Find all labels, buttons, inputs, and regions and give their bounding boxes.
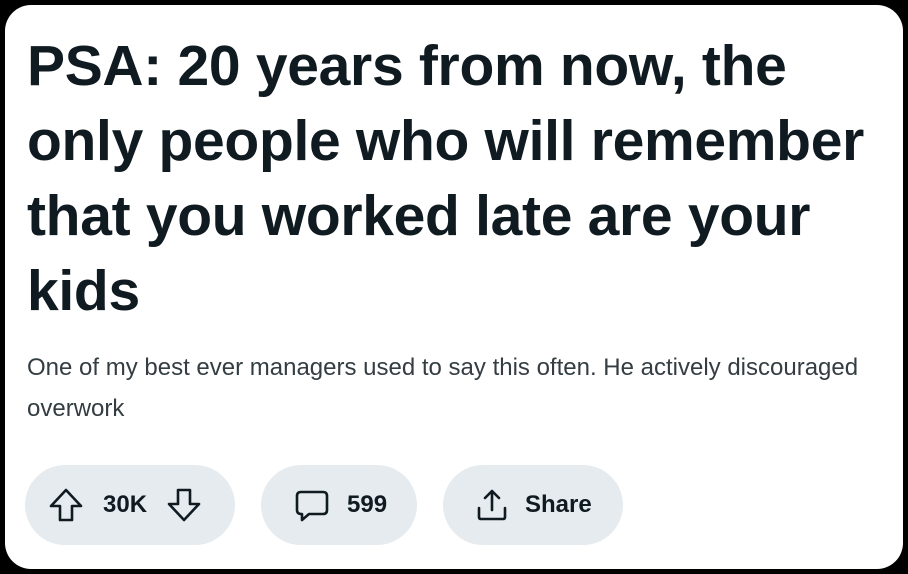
share-button[interactable]: Share xyxy=(443,465,623,545)
post-body: One of my best ever managers used to say… xyxy=(27,354,859,422)
comments-button[interactable]: 599 xyxy=(261,465,417,545)
downvote-button[interactable] xyxy=(165,486,203,524)
share-label: Share xyxy=(525,491,592,518)
comment-icon-wrap xyxy=(293,486,331,524)
share-icon-wrap xyxy=(473,486,511,524)
post-title[interactable]: PSA: 20 years from now, the only people … xyxy=(27,29,887,329)
arrow-down-icon xyxy=(167,488,201,522)
arrow-up-icon xyxy=(49,488,83,522)
vote-score: 30K xyxy=(103,491,148,518)
comment-count: 599 xyxy=(347,491,388,518)
share-icon xyxy=(477,489,507,521)
speech-bubble-icon xyxy=(295,490,329,522)
post-card: PSA: 20 years from now, the only people … xyxy=(5,5,903,569)
vote-control: 30K xyxy=(25,465,235,545)
upvote-button[interactable] xyxy=(47,486,85,524)
